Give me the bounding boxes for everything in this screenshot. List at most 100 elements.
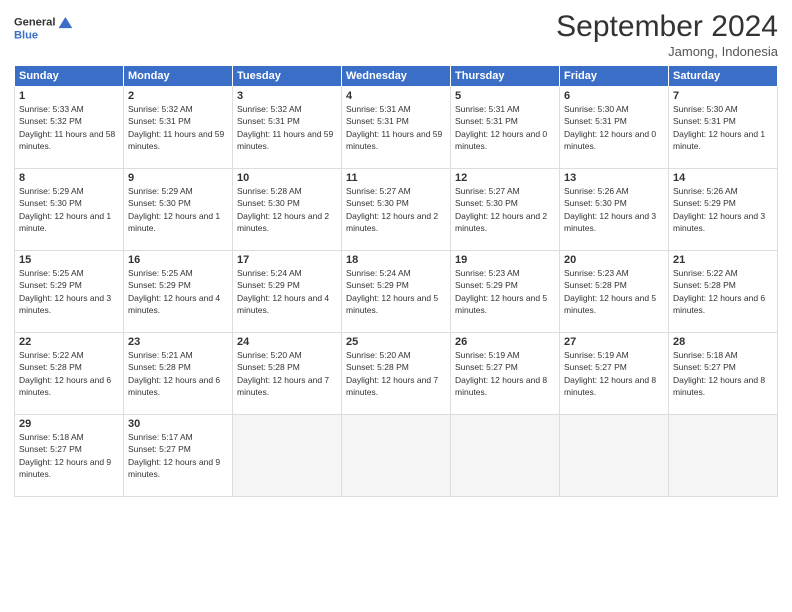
day-info: Sunrise: 5:27 AM Sunset: 5:30 PM Dayligh… xyxy=(346,185,446,234)
svg-text:General: General xyxy=(14,17,55,29)
day-number: 8 xyxy=(19,172,119,184)
day-info: Sunrise: 5:26 AM Sunset: 5:30 PM Dayligh… xyxy=(564,185,664,234)
day-info: Sunrise: 5:22 AM Sunset: 5:28 PM Dayligh… xyxy=(673,267,773,316)
day-cell: 8 Sunrise: 5:29 AM Sunset: 5:30 PM Dayli… xyxy=(15,169,124,251)
day-info: Sunrise: 5:32 AM Sunset: 5:31 PM Dayligh… xyxy=(237,103,337,152)
day-number: 27 xyxy=(564,336,664,348)
day-cell: 3 Sunrise: 5:32 AM Sunset: 5:31 PM Dayli… xyxy=(233,87,342,169)
day-cell: 4 Sunrise: 5:31 AM Sunset: 5:31 PM Dayli… xyxy=(342,87,451,169)
empty-cell xyxy=(342,415,451,497)
day-info: Sunrise: 5:21 AM Sunset: 5:28 PM Dayligh… xyxy=(128,349,228,398)
day-number: 10 xyxy=(237,172,337,184)
day-info: Sunrise: 5:24 AM Sunset: 5:29 PM Dayligh… xyxy=(346,267,446,316)
day-number: 2 xyxy=(128,90,228,102)
day-cell: 24 Sunrise: 5:20 AM Sunset: 5:28 PM Dayl… xyxy=(233,333,342,415)
header: General Blue September 2024 Jamong, Indo… xyxy=(14,10,778,59)
day-info: Sunrise: 5:30 AM Sunset: 5:31 PM Dayligh… xyxy=(564,103,664,152)
title-area: September 2024 Jamong, Indonesia xyxy=(556,10,778,59)
day-info: Sunrise: 5:25 AM Sunset: 5:29 PM Dayligh… xyxy=(19,267,119,316)
svg-text:Blue: Blue xyxy=(14,29,38,41)
col-thursday: Thursday xyxy=(451,66,560,87)
day-number: 17 xyxy=(237,254,337,266)
day-number: 11 xyxy=(346,172,446,184)
page: General Blue September 2024 Jamong, Indo… xyxy=(0,0,792,612)
empty-cell xyxy=(669,415,778,497)
day-info: Sunrise: 5:19 AM Sunset: 5:27 PM Dayligh… xyxy=(455,349,555,398)
day-cell: 10 Sunrise: 5:28 AM Sunset: 5:30 PM Dayl… xyxy=(233,169,342,251)
day-cell: 1 Sunrise: 5:33 AM Sunset: 5:32 PM Dayli… xyxy=(15,87,124,169)
day-info: Sunrise: 5:18 AM Sunset: 5:27 PM Dayligh… xyxy=(19,431,119,480)
empty-cell xyxy=(560,415,669,497)
empty-cell xyxy=(451,415,560,497)
location: Jamong, Indonesia xyxy=(556,44,778,59)
day-number: 25 xyxy=(346,336,446,348)
day-number: 7 xyxy=(673,90,773,102)
day-number: 24 xyxy=(237,336,337,348)
day-info: Sunrise: 5:31 AM Sunset: 5:31 PM Dayligh… xyxy=(346,103,446,152)
day-cell: 25 Sunrise: 5:20 AM Sunset: 5:28 PM Dayl… xyxy=(342,333,451,415)
col-tuesday: Tuesday xyxy=(233,66,342,87)
day-cell: 20 Sunrise: 5:23 AM Sunset: 5:28 PM Dayl… xyxy=(560,251,669,333)
day-cell: 7 Sunrise: 5:30 AM Sunset: 5:31 PM Dayli… xyxy=(669,87,778,169)
general-blue-logo-icon: General Blue xyxy=(14,10,74,48)
day-info: Sunrise: 5:26 AM Sunset: 5:29 PM Dayligh… xyxy=(673,185,773,234)
week-row-4: 22 Sunrise: 5:22 AM Sunset: 5:28 PM Dayl… xyxy=(15,333,778,415)
day-cell: 13 Sunrise: 5:26 AM Sunset: 5:30 PM Dayl… xyxy=(560,169,669,251)
day-info: Sunrise: 5:28 AM Sunset: 5:30 PM Dayligh… xyxy=(237,185,337,234)
day-cell: 21 Sunrise: 5:22 AM Sunset: 5:28 PM Dayl… xyxy=(669,251,778,333)
month-title: September 2024 xyxy=(556,10,778,44)
day-number: 14 xyxy=(673,172,773,184)
day-number: 20 xyxy=(564,254,664,266)
day-info: Sunrise: 5:23 AM Sunset: 5:29 PM Dayligh… xyxy=(455,267,555,316)
day-cell: 26 Sunrise: 5:19 AM Sunset: 5:27 PM Dayl… xyxy=(451,333,560,415)
day-number: 6 xyxy=(564,90,664,102)
col-wednesday: Wednesday xyxy=(342,66,451,87)
col-monday: Monday xyxy=(124,66,233,87)
day-info: Sunrise: 5:17 AM Sunset: 5:27 PM Dayligh… xyxy=(128,431,228,480)
day-info: Sunrise: 5:24 AM Sunset: 5:29 PM Dayligh… xyxy=(237,267,337,316)
day-cell: 12 Sunrise: 5:27 AM Sunset: 5:30 PM Dayl… xyxy=(451,169,560,251)
day-cell: 5 Sunrise: 5:31 AM Sunset: 5:31 PM Dayli… xyxy=(451,87,560,169)
day-number: 30 xyxy=(128,418,228,430)
day-info: Sunrise: 5:18 AM Sunset: 5:27 PM Dayligh… xyxy=(673,349,773,398)
day-number: 9 xyxy=(128,172,228,184)
col-friday: Friday xyxy=(560,66,669,87)
calendar: Sunday Monday Tuesday Wednesday Thursday… xyxy=(14,65,778,497)
day-number: 26 xyxy=(455,336,555,348)
day-cell: 27 Sunrise: 5:19 AM Sunset: 5:27 PM Dayl… xyxy=(560,333,669,415)
day-info: Sunrise: 5:23 AM Sunset: 5:28 PM Dayligh… xyxy=(564,267,664,316)
day-info: Sunrise: 5:29 AM Sunset: 5:30 PM Dayligh… xyxy=(128,185,228,234)
day-info: Sunrise: 5:25 AM Sunset: 5:29 PM Dayligh… xyxy=(128,267,228,316)
day-cell: 17 Sunrise: 5:24 AM Sunset: 5:29 PM Dayl… xyxy=(233,251,342,333)
day-number: 5 xyxy=(455,90,555,102)
day-info: Sunrise: 5:27 AM Sunset: 5:30 PM Dayligh… xyxy=(455,185,555,234)
day-info: Sunrise: 5:30 AM Sunset: 5:31 PM Dayligh… xyxy=(673,103,773,152)
day-number: 18 xyxy=(346,254,446,266)
day-info: Sunrise: 5:31 AM Sunset: 5:31 PM Dayligh… xyxy=(455,103,555,152)
day-info: Sunrise: 5:19 AM Sunset: 5:27 PM Dayligh… xyxy=(564,349,664,398)
day-cell: 29 Sunrise: 5:18 AM Sunset: 5:27 PM Dayl… xyxy=(15,415,124,497)
day-cell: 18 Sunrise: 5:24 AM Sunset: 5:29 PM Dayl… xyxy=(342,251,451,333)
day-info: Sunrise: 5:32 AM Sunset: 5:31 PM Dayligh… xyxy=(128,103,228,152)
day-cell: 9 Sunrise: 5:29 AM Sunset: 5:30 PM Dayli… xyxy=(124,169,233,251)
day-number: 4 xyxy=(346,90,446,102)
day-number: 21 xyxy=(673,254,773,266)
day-cell: 15 Sunrise: 5:25 AM Sunset: 5:29 PM Dayl… xyxy=(15,251,124,333)
day-number: 12 xyxy=(455,172,555,184)
day-info: Sunrise: 5:20 AM Sunset: 5:28 PM Dayligh… xyxy=(346,349,446,398)
day-cell: 22 Sunrise: 5:22 AM Sunset: 5:28 PM Dayl… xyxy=(15,333,124,415)
week-row-1: 1 Sunrise: 5:33 AM Sunset: 5:32 PM Dayli… xyxy=(15,87,778,169)
day-number: 29 xyxy=(19,418,119,430)
day-cell: 2 Sunrise: 5:32 AM Sunset: 5:31 PM Dayli… xyxy=(124,87,233,169)
day-cell: 14 Sunrise: 5:26 AM Sunset: 5:29 PM Dayl… xyxy=(669,169,778,251)
col-sunday: Sunday xyxy=(15,66,124,87)
day-info: Sunrise: 5:33 AM Sunset: 5:32 PM Dayligh… xyxy=(19,103,119,152)
week-row-5: 29 Sunrise: 5:18 AM Sunset: 5:27 PM Dayl… xyxy=(15,415,778,497)
empty-cell xyxy=(233,415,342,497)
day-cell: 28 Sunrise: 5:18 AM Sunset: 5:27 PM Dayl… xyxy=(669,333,778,415)
day-number: 16 xyxy=(128,254,228,266)
day-cell: 16 Sunrise: 5:25 AM Sunset: 5:29 PM Dayl… xyxy=(124,251,233,333)
day-number: 22 xyxy=(19,336,119,348)
day-number: 15 xyxy=(19,254,119,266)
header-row: Sunday Monday Tuesday Wednesday Thursday… xyxy=(15,66,778,87)
